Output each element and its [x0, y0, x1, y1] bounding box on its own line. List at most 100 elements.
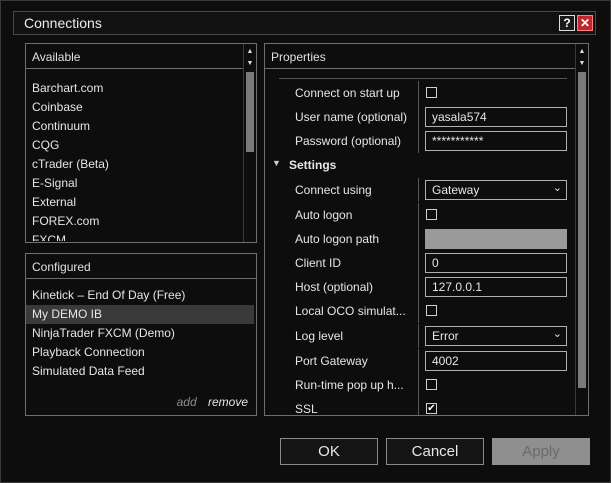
prop-client-id: Client ID 0 [265, 251, 574, 275]
prop-divider [418, 349, 419, 373]
prop-port-gateway: Port Gateway 4002 [265, 349, 574, 373]
properties-header: Properties [265, 44, 588, 69]
port-gateway-field[interactable]: 4002 [425, 351, 567, 371]
select-value: Gateway [432, 183, 480, 197]
prop-label: Host (optional) [295, 280, 374, 294]
prop-ssl: SSL ✔ [265, 397, 574, 415]
prop-divider [418, 178, 419, 202]
prop-divider [418, 397, 419, 415]
prop-label: Log level [295, 329, 344, 343]
ssl-checkbox[interactable]: ✔ [426, 403, 437, 414]
prop-label: Connect using [295, 183, 372, 197]
collapse-triangle-icon[interactable]: ▼ [272, 158, 281, 168]
connect-using-select[interactable]: Gateway ⌄ [425, 180, 567, 200]
configured-item[interactable]: Simulated Data Feed [26, 362, 254, 381]
prop-label: Run-time pop up h... [295, 378, 404, 392]
client-id-field[interactable]: 0 [425, 253, 567, 273]
prop-log-level: Log level Error ⌄ [265, 324, 574, 348]
window-title: Connections [24, 15, 102, 31]
prop-username: User name (optional) yasala574 [265, 105, 574, 129]
prop-label: Local OCO simulat... [295, 304, 406, 318]
settings-section-label: Settings [289, 158, 337, 172]
prop-label: Client ID [295, 256, 342, 270]
configured-item[interactable]: Kinetick – End Of Day (Free) [26, 286, 254, 305]
prop-label: User name (optional) [295, 110, 408, 124]
available-header: Available [26, 44, 256, 69]
connect-on-start-checkbox[interactable] [426, 87, 437, 98]
select-value: Error [432, 329, 459, 343]
prop-label: Connect on start up [295, 86, 400, 100]
prop-divider [418, 105, 419, 129]
available-item[interactable]: cTrader (Beta) [26, 155, 242, 174]
prop-divider [418, 324, 419, 348]
auto-logon-checkbox[interactable] [426, 209, 437, 220]
local-oco-checkbox[interactable] [426, 305, 437, 316]
prop-label: SSL [295, 402, 318, 415]
host-field[interactable]: 127.0.0.1 [425, 277, 567, 297]
prop-auto-logon: Auto logon [265, 203, 574, 227]
prop-connect-using: Connect using Gateway ⌄ [265, 178, 574, 202]
username-field[interactable]: yasala574 [425, 107, 567, 127]
chevron-down-icon: ⌄ [552, 328, 562, 340]
scroll-thumb[interactable] [246, 72, 254, 152]
ok-button[interactable]: OK [280, 438, 378, 465]
apply-button[interactable]: Apply [492, 438, 590, 465]
auto-logon-path-field[interactable] [425, 229, 567, 249]
checkmark-icon: ✔ [427, 403, 436, 414]
prop-runtime-popup: Run-time pop up h... [265, 373, 574, 397]
prop-divider [418, 227, 419, 251]
available-item[interactable]: External [26, 193, 242, 212]
prop-divider [418, 275, 419, 299]
scroll-thumb[interactable] [578, 72, 586, 388]
available-item[interactable]: CQG [26, 136, 242, 155]
password-field[interactable]: *********** [425, 131, 567, 151]
prop-label: Auto logon path [295, 232, 380, 246]
runtime-popup-checkbox[interactable] [426, 379, 437, 390]
grid-divider [279, 78, 567, 79]
log-level-select[interactable]: Error ⌄ [425, 326, 567, 346]
prop-auto-logon-path: Auto logon path [265, 227, 574, 251]
settings-section[interactable]: ▼ Settings [265, 153, 574, 177]
add-link[interactable]: add [177, 395, 197, 409]
available-item[interactable]: FXCM [26, 231, 242, 241]
available-panel: Available Barchart.com Coinbase Continuu… [25, 43, 257, 243]
configured-header: Configured [26, 254, 256, 279]
scroll-down-icon[interactable]: ▼ [244, 58, 256, 70]
close-button[interactable]: ✕ [577, 15, 593, 31]
remove-link[interactable]: remove [208, 395, 248, 409]
available-item[interactable]: E-Signal [26, 174, 242, 193]
available-list: Barchart.com Coinbase Continuum CQG cTra… [26, 79, 242, 241]
prop-password: Password (optional) *********** [265, 129, 574, 153]
chevron-down-icon: ⌄ [552, 182, 562, 194]
prop-divider [418, 251, 419, 275]
available-item[interactable]: FOREX.com [26, 212, 242, 231]
configured-item[interactable]: NinjaTrader FXCM (Demo) [26, 324, 254, 343]
cancel-button[interactable]: Cancel [386, 438, 484, 465]
prop-label: Port Gateway [295, 354, 368, 368]
configured-panel: Configured Kinetick – End Of Day (Free) … [25, 253, 257, 416]
properties-scrollbar[interactable]: ▲ ▼ [575, 44, 588, 415]
available-item[interactable]: Barchart.com [26, 79, 242, 98]
available-item[interactable]: Coinbase [26, 98, 242, 117]
prop-divider [418, 129, 419, 153]
prop-divider [418, 373, 419, 397]
prop-connect-on-start: Connect on start up [265, 81, 574, 105]
title-bar: Connections ? ✕ [13, 11, 596, 35]
prop-local-oco: Local OCO simulat... [265, 299, 574, 323]
configured-item-selected[interactable]: My DEMO IB [26, 305, 254, 324]
available-scrollbar[interactable]: ▲ ▼ [243, 44, 256, 242]
prop-label: Password (optional) [295, 134, 402, 148]
available-item[interactable]: Continuum [26, 117, 242, 136]
configured-item[interactable]: Playback Connection [26, 343, 254, 362]
connections-window: Connections ? ✕ Available Barchart.com C… [0, 0, 611, 483]
configured-list: Kinetick – End Of Day (Free) My DEMO IB … [26, 286, 254, 381]
configured-actions: add remove [177, 395, 248, 409]
prop-label: Auto logon [295, 208, 353, 222]
prop-divider [418, 81, 419, 105]
scroll-up-icon[interactable]: ▲ [576, 46, 588, 58]
prop-divider [418, 299, 419, 323]
scroll-down-icon[interactable]: ▼ [576, 58, 588, 70]
scroll-up-icon[interactable]: ▲ [244, 46, 256, 58]
help-button[interactable]: ? [559, 15, 575, 31]
properties-panel: Properties Connect on start up User name… [264, 43, 589, 416]
